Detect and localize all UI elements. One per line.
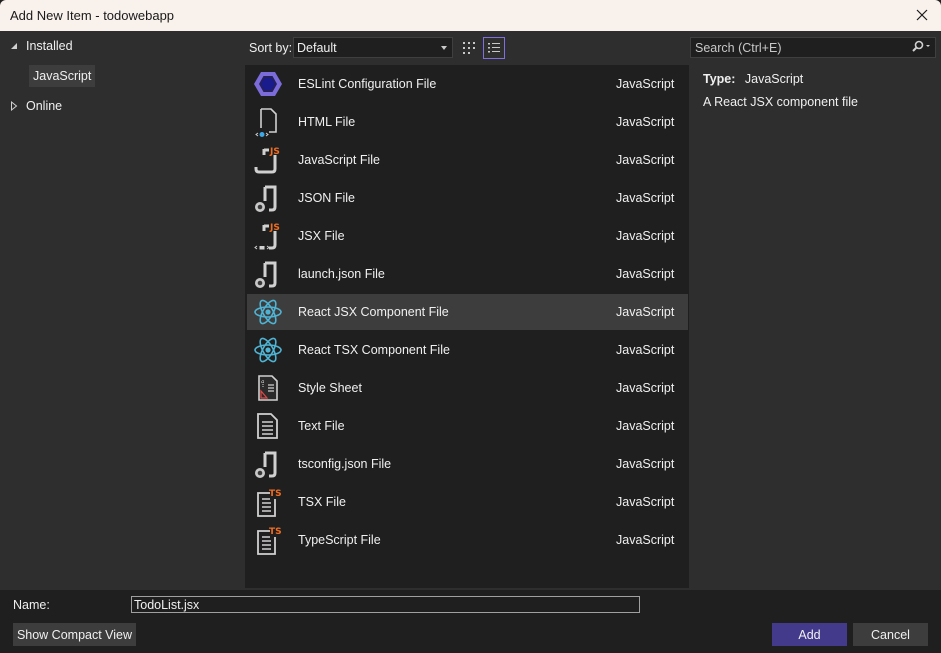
item-type: JavaScript (616, 381, 675, 395)
expanded-arrow-icon[interactable] (8, 40, 20, 52)
tree-label-installed: Installed (26, 39, 73, 53)
search-input[interactable]: Search (Ctrl+E) (690, 37, 936, 58)
item-type: JavaScript (616, 191, 675, 205)
list-item[interactable]: TS TypeScript File JavaScript (247, 522, 688, 558)
list-item[interactable]: React JSX Component File JavaScript (247, 294, 688, 330)
list-item[interactable]: HTML File JavaScript (247, 104, 688, 140)
tree-item-installed[interactable]: Installed (8, 39, 73, 53)
name-input[interactable] (131, 596, 640, 613)
window-title: Add New Item - todowebapp (10, 8, 175, 23)
close-button[interactable] (907, 2, 937, 28)
list-icon (488, 43, 500, 53)
sort-by-label: Sort by: (249, 41, 293, 55)
item-name: React JSX Component File (298, 305, 449, 319)
close-icon (916, 9, 928, 21)
item-type: JavaScript (616, 533, 675, 547)
text-file-icon (253, 411, 283, 441)
tree-item-online[interactable]: Online (8, 99, 62, 113)
react-icon (253, 297, 283, 327)
item-name: JavaScript File (298, 153, 380, 167)
name-label: Name: (13, 598, 50, 612)
svg-text:JS: JS (269, 147, 280, 157)
item-name: ESLint Configuration File (298, 77, 437, 91)
json-file-icon (253, 183, 283, 213)
list-item[interactable]: React TSX Component File JavaScript (247, 332, 688, 368)
json-file-icon (253, 259, 283, 289)
item-type: JavaScript (616, 77, 675, 91)
add-button[interactable]: Add (772, 623, 847, 646)
list-item[interactable]: tsconfig.json File JavaScript (247, 446, 688, 482)
list-view-button[interactable] (483, 37, 505, 59)
item-type: JavaScript (616, 153, 675, 167)
item-type: JavaScript (616, 419, 675, 433)
item-name: HTML File (298, 115, 356, 129)
detail-type: Type: JavaScript (703, 72, 803, 86)
detail-type-label: Type: (703, 72, 736, 86)
item-type: JavaScript (616, 267, 675, 281)
sort-by-dropdown[interactable]: Default (293, 37, 453, 58)
list-item[interactable]: ESLint Configuration File JavaScript (247, 66, 688, 102)
cancel-button[interactable]: Cancel (853, 623, 928, 646)
list-item[interactable]: TS TSX File JavaScript (247, 484, 688, 520)
detail-description: A React JSX component file (703, 95, 858, 109)
item-name: TSX File (298, 495, 346, 509)
list-item[interactable]: launch.json File JavaScript (247, 256, 688, 292)
item-name: Text File (298, 419, 345, 433)
react-icon (253, 335, 283, 365)
svg-text:TS: TS (269, 527, 282, 537)
item-name: React TSX Component File (298, 343, 450, 357)
html-file-icon (253, 107, 283, 137)
jsx-file-icon: JS (253, 221, 283, 251)
template-list[interactable]: ESLint Configuration File JavaScript HTML … (245, 65, 689, 588)
item-name: launch.json File (298, 267, 385, 281)
collapsed-arrow-icon[interactable] (8, 100, 20, 112)
item-type: JavaScript (616, 115, 675, 129)
ts-file-icon: TS (253, 487, 283, 517)
svg-text:TS: TS (269, 489, 282, 499)
dialog-body: Installed JavaScript Online Sort by: Def… (0, 31, 941, 590)
search-placeholder: Search (Ctrl+E) (695, 40, 782, 55)
list-item[interactable]: JS JSX File JavaScript (247, 218, 688, 254)
search-button[interactable] (911, 40, 931, 54)
list-item[interactable]: JS JavaScript File JavaScript (247, 142, 688, 178)
item-name: TypeScript File (298, 533, 381, 547)
grid-view-button[interactable] (458, 37, 480, 59)
eslint-icon (253, 69, 283, 99)
title-bar: Add New Item - todowebapp (0, 0, 941, 31)
grid-icon (463, 42, 475, 54)
list-item[interactable]: Style Sheet JavaScript (247, 370, 688, 406)
item-type: JavaScript (616, 343, 675, 357)
js-file-icon: JS (253, 145, 283, 175)
search-icon (912, 40, 930, 52)
item-type: JavaScript (616, 495, 675, 509)
item-name: Style Sheet (298, 381, 362, 395)
chevron-down-icon (441, 46, 447, 50)
item-type: JavaScript (616, 229, 675, 243)
show-compact-view-button[interactable]: Show Compact View (13, 623, 136, 646)
svg-text:JS: JS (269, 223, 280, 233)
list-item[interactable]: Text File JavaScript (247, 408, 688, 444)
list-item[interactable]: JSON File JavaScript (247, 180, 688, 216)
detail-type-value: JavaScript (744, 72, 804, 86)
item-name: JSX File (298, 229, 345, 243)
ts-file-icon: TS (253, 525, 283, 555)
item-name: JSON File (298, 191, 355, 205)
item-type: JavaScript (616, 305, 675, 319)
sort-by-value: Default (297, 40, 337, 55)
item-type: JavaScript (616, 457, 675, 471)
tree-label-online: Online (26, 99, 63, 113)
json-file-icon (253, 449, 283, 479)
item-name: tsconfig.json File (298, 457, 392, 471)
stylesheet-icon (253, 373, 283, 403)
tree-item-javascript[interactable]: JavaScript (29, 65, 96, 87)
